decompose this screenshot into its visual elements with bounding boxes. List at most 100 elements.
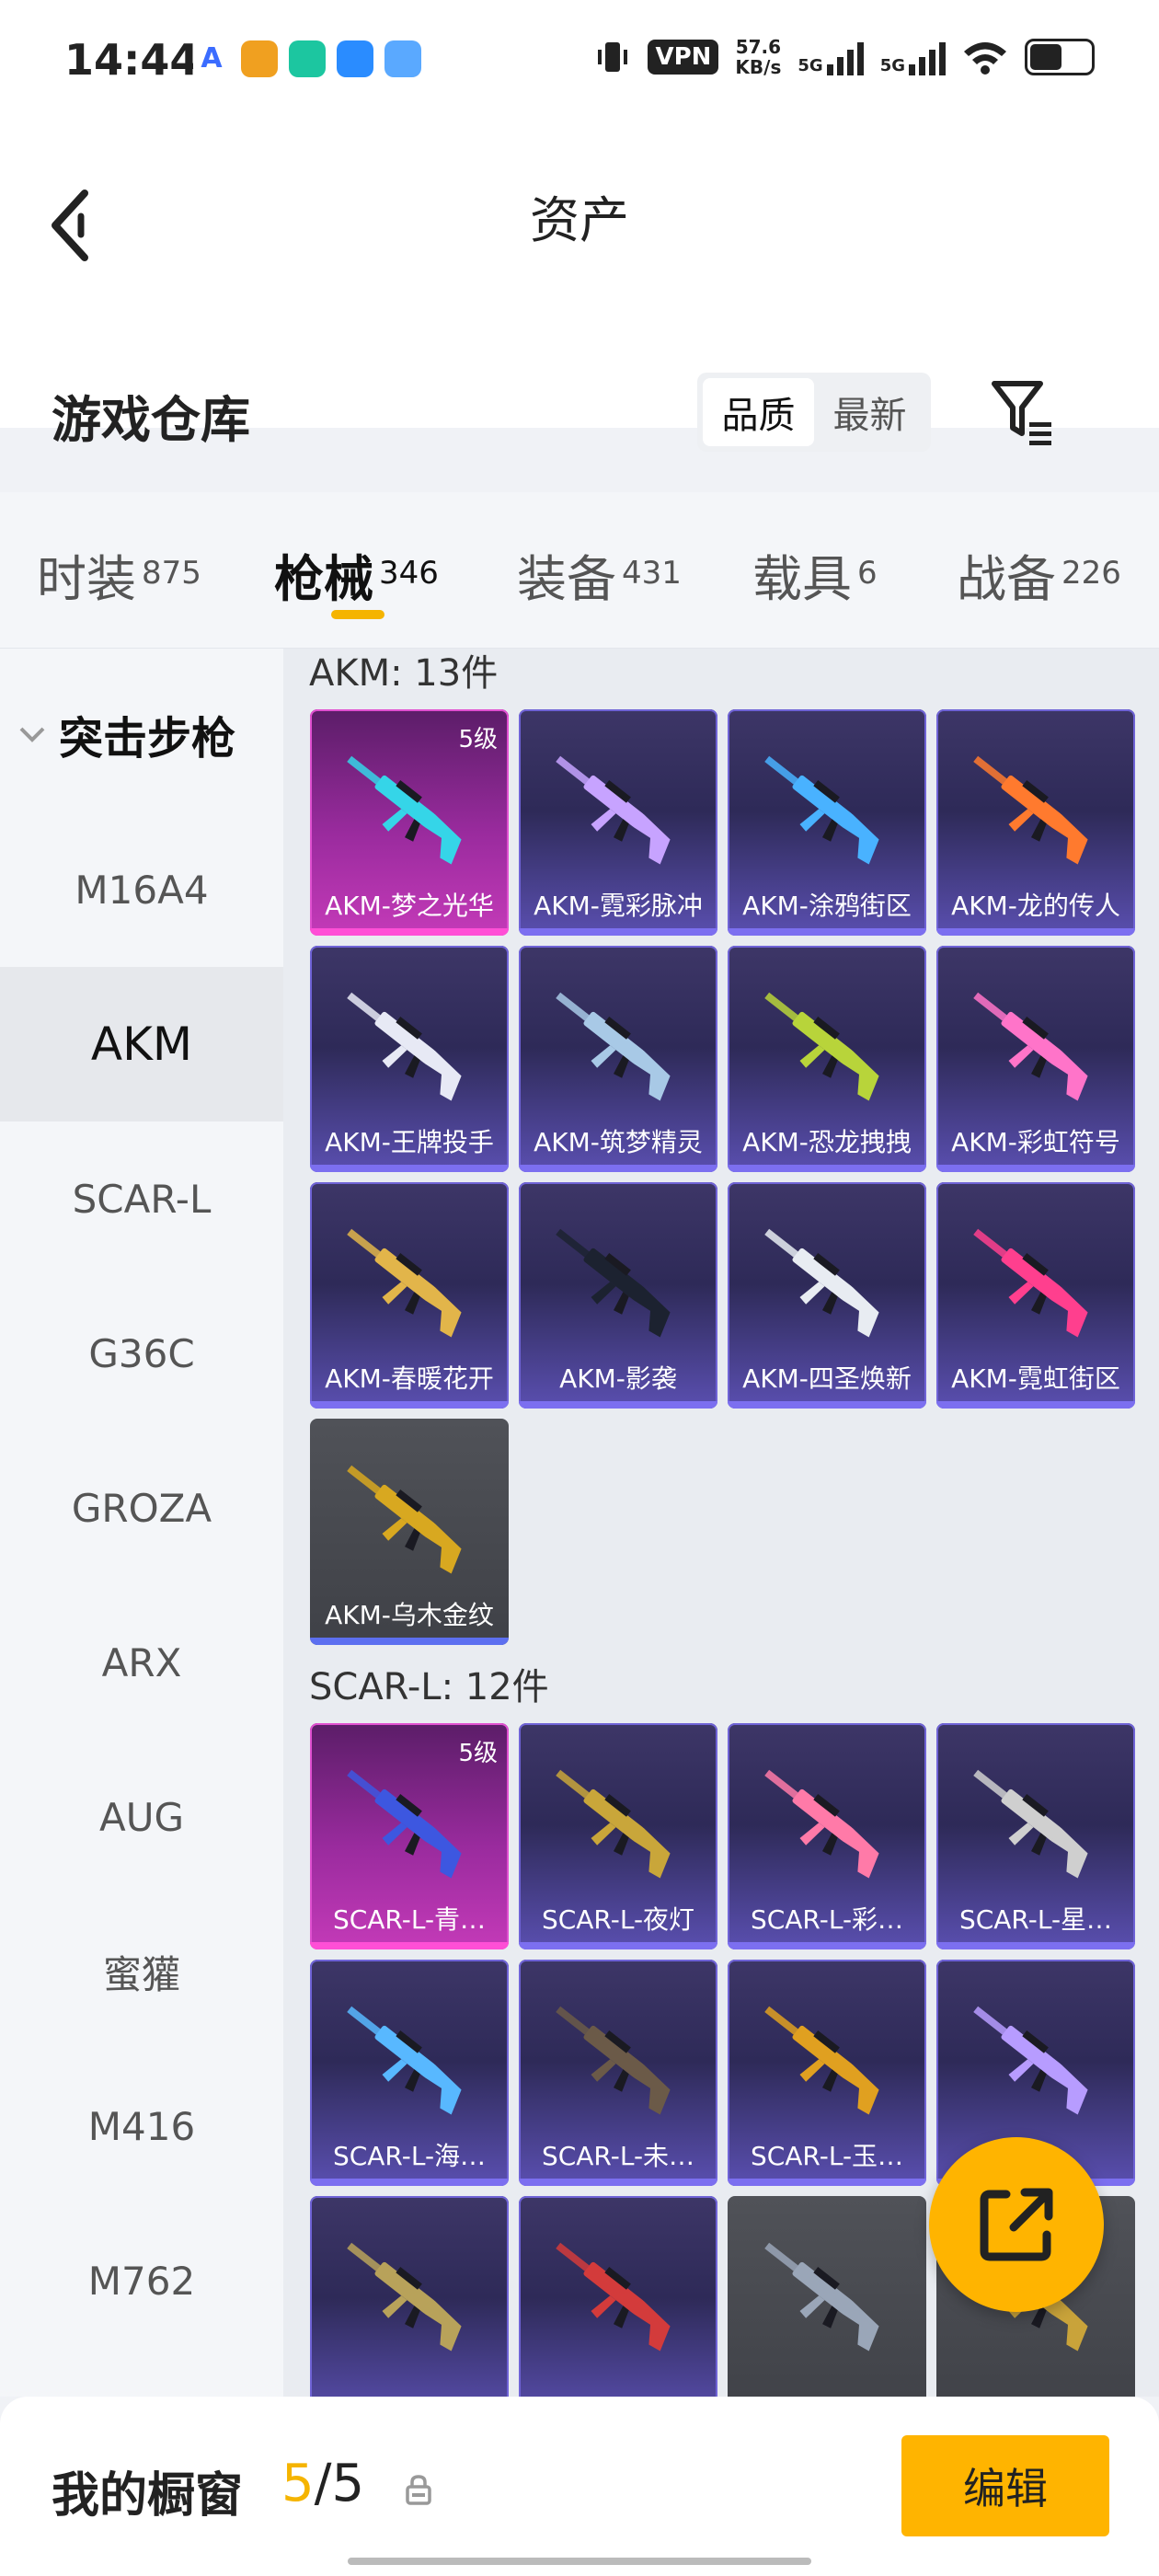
share-icon <box>980 2188 1053 2261</box>
warehouse-title: 游戏仓库 <box>52 391 250 449</box>
vibrate-icon <box>598 42 628 72</box>
sidebar-category-label: 突击步枪 <box>59 713 236 765</box>
filter-icon[interactable] <box>989 376 1053 450</box>
edit-button[interactable]: 编辑 <box>901 2435 1109 2536</box>
weapon-card[interactable]: AKM-霓虹街区 <box>936 1182 1135 1409</box>
rifle-icon <box>764 2242 879 2352</box>
weapon-name: AKM-四圣焕新 <box>742 1363 912 1394</box>
rarity-bar <box>728 1165 926 1172</box>
weapon-name: AKM-霓彩脉冲 <box>534 891 703 921</box>
sidebar-item[interactable]: M762 <box>0 2203 283 2358</box>
weapon-card[interactable]: AKM-四圣焕新 <box>728 1182 926 1409</box>
rarity-bar <box>310 928 509 936</box>
category-tabs: 时装 875 枪械 346 装备 431 载具 6 战备 226 <box>0 492 1159 649</box>
weapon-card[interactable] <box>519 2196 717 2397</box>
weapon-card[interactable]: SCAR-L-彩… <box>728 1723 926 1949</box>
weapon-card[interactable]: AKM-影袭 <box>519 1182 717 1409</box>
rifle-icon <box>347 2242 462 2352</box>
rifle-icon <box>973 755 1088 865</box>
blue-app-icon <box>337 40 373 77</box>
sort-quality-button[interactable]: 品质 <box>703 378 814 446</box>
weapon-name: AKM-乌木金纹 <box>325 1600 494 1630</box>
status-time: 14:44 <box>64 35 200 85</box>
level-badge: 5级 <box>458 1740 498 1767</box>
tab-fashion[interactable]: 时装 875 <box>37 538 201 611</box>
tab-supplies[interactable]: 战备 226 <box>957 538 1121 611</box>
rifle-icon <box>556 1228 671 1338</box>
weapon-card[interactable]: AKM-恐龙拽拽 <box>728 946 926 1172</box>
notification-icons: A <box>193 40 421 77</box>
wifi-icon <box>964 42 1006 75</box>
weapon-name: SCAR-L-海… <box>332 2141 487 2171</box>
weapon-name: AKM-春暖花开 <box>325 1363 494 1394</box>
rifle-icon <box>764 992 879 1101</box>
sidebar-item[interactable]: M16A4 <box>0 812 283 967</box>
weapon-card[interactable]: 5级 SCAR-L-青… <box>310 1723 509 1949</box>
weapon-card[interactable]: AKM-龙的传人 <box>936 709 1135 936</box>
weapon-sidebar: 突击步枪 M16A4 AKM SCAR-L G36C GROZA ARX AUG 蜜獾 M416… <box>0 649 283 2397</box>
rarity-bar <box>728 1401 926 1409</box>
weapon-card[interactable]: AKM-霓彩脉冲 <box>519 709 717 936</box>
game-app-icon <box>241 40 278 77</box>
rifle-icon <box>347 755 462 865</box>
weapon-card[interactable]: AKM-筑梦精灵 <box>519 946 717 1172</box>
weapon-card[interactable]: 5级 AKM-梦之光华 <box>310 709 509 936</box>
sidebar-item[interactable]: M416 <box>0 2049 283 2203</box>
sidebar-item[interactable]: ARX <box>0 1585 283 1740</box>
sidebar-item[interactable]: SCAR-L <box>0 1121 283 1276</box>
rifle-icon <box>556 2006 671 2115</box>
green-app-icon <box>289 40 326 77</box>
showcase-bar: 我的橱窗 5/5 编辑 <box>0 2397 1159 2576</box>
sidebar-category[interactable]: 突击步枪 <box>18 702 235 766</box>
weapon-card[interactable]: AKM-春暖花开 <box>310 1182 509 1409</box>
weapon-name: AKM-筑梦精灵 <box>534 1127 703 1157</box>
system-icons: VPN 57.6 KB/s 5G 5G <box>594 37 1095 77</box>
cloud-app-icon <box>384 40 421 77</box>
weapon-name: AKM-恐龙拽拽 <box>742 1127 912 1157</box>
rarity-bar <box>936 1165 1135 1172</box>
weapon-name: SCAR-L-青… <box>332 1904 487 1935</box>
weapon-name: AKM-霓虹街区 <box>951 1363 1120 1394</box>
share-fab[interactable] <box>929 2137 1104 2312</box>
sidebar-item[interactable]: GROZA <box>0 1431 283 1585</box>
tab-equipment[interactable]: 装备 431 <box>517 538 682 611</box>
rarity-bar <box>310 2179 509 2186</box>
showcase-label: 我的橱窗 <box>52 2468 244 2524</box>
tab-guns[interactable]: 枪械 346 <box>274 538 439 611</box>
rarity-bar <box>936 1401 1135 1409</box>
tab-vehicles[interactable]: 载具 6 <box>752 538 878 611</box>
rarity-bar <box>728 1942 926 1949</box>
weapon-card[interactable]: SCAR-L-未… <box>519 1960 717 2186</box>
group-title: SCAR-L: 12件 <box>309 1666 549 1708</box>
rifle-icon <box>764 755 879 865</box>
group-title: AKM: 13件 <box>309 652 499 695</box>
rarity-bar <box>519 2179 717 2186</box>
rifle-icon <box>347 1228 462 1338</box>
home-indicator[interactable] <box>348 2558 811 2565</box>
rarity-bar <box>519 928 717 936</box>
weapon-card[interactable]: AKM-彩虹符号 <box>936 946 1135 1172</box>
weapon-card[interactable]: AKM-涂鸦街区 <box>728 709 926 936</box>
weapon-card[interactable] <box>728 2196 926 2397</box>
sidebar-item[interactable]: G36C <box>0 1276 283 1431</box>
rifle-icon <box>347 2006 462 2115</box>
weapon-card[interactable]: SCAR-L-海… <box>310 1960 509 2186</box>
rifle-icon <box>764 1228 879 1338</box>
sidebar-item[interactable]: 蜜獾 <box>0 1894 283 2049</box>
rifle-icon <box>973 992 1088 1101</box>
weapon-card[interactable] <box>310 2196 509 2397</box>
weapon-card[interactable]: SCAR-L-星… <box>936 1723 1135 1949</box>
weapon-card[interactable]: SCAR-L-夜灯 <box>519 1723 717 1949</box>
sidebar-item[interactable]: AKM <box>0 967 283 1121</box>
active-tab-indicator <box>331 610 384 619</box>
rifle-icon <box>556 755 671 865</box>
net-speed: 57.6 KB/s <box>735 36 782 78</box>
weapon-card[interactable]: AKM-王牌投手 <box>310 946 509 1172</box>
weapon-card[interactable]: AKM-乌木金纹 <box>310 1419 509 1645</box>
sidebar-item[interactable]: AUG <box>0 1740 283 1894</box>
rifle-icon <box>973 1769 1088 1879</box>
rifle-icon <box>764 2006 879 2115</box>
weapon-card[interactable]: SCAR-L-玉… <box>728 1960 926 2186</box>
weapon-name: AKM-彩虹符号 <box>951 1127 1120 1157</box>
sort-newest-button[interactable]: 最新 <box>814 378 925 446</box>
